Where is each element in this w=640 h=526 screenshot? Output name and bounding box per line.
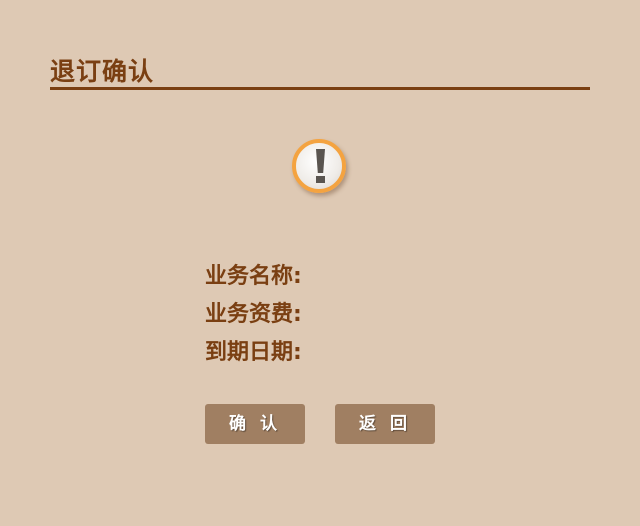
field-service-name: 业务名称: [205, 262, 302, 300]
field-expiry-date: 到期日期: [205, 338, 302, 376]
field-label: 业务资费: [205, 302, 302, 327]
warning-icon [292, 139, 346, 193]
title-divider [50, 87, 590, 90]
back-button[interactable]: 返 回 [335, 404, 435, 444]
field-label: 到期日期: [205, 340, 302, 365]
page-title: 退订确认 [50, 57, 155, 86]
field-label: 业务名称: [205, 264, 302, 289]
details-list: 业务名称: 业务资费: 到期日期: [205, 262, 302, 376]
field-service-fee: 业务资费: [205, 300, 302, 338]
confirm-button[interactable]: 确 认 [205, 404, 305, 444]
